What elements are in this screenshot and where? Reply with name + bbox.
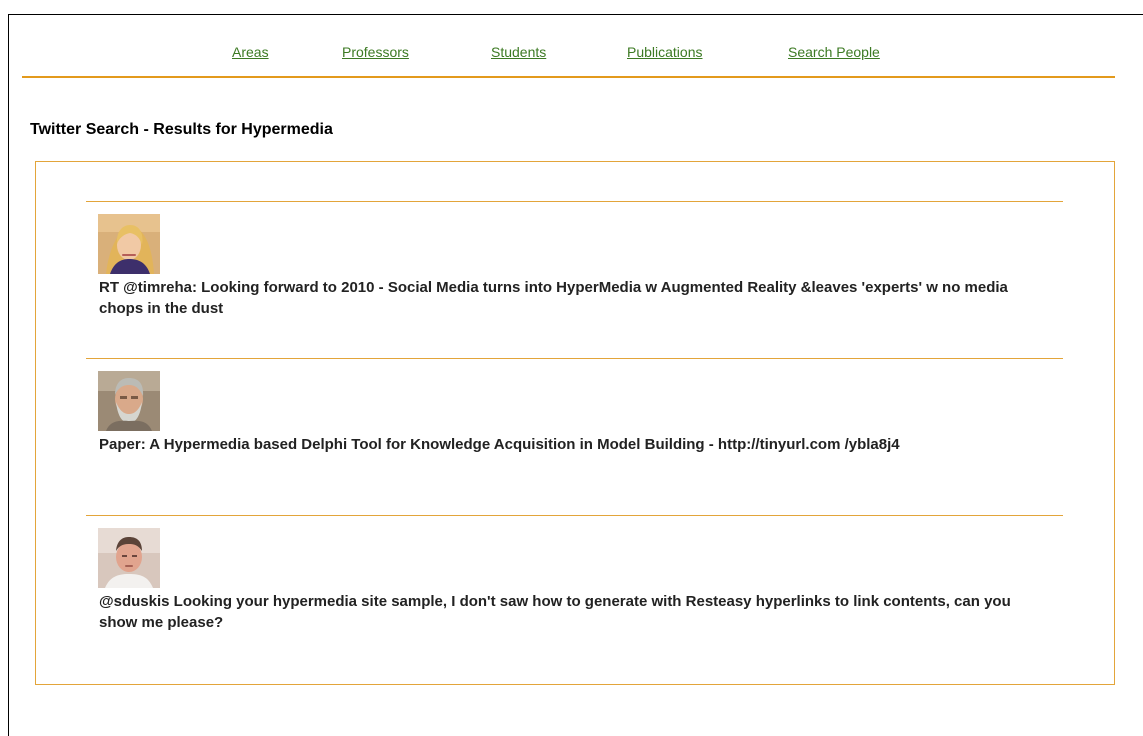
avatar-image [98,214,160,274]
nav-link-areas[interactable]: Areas [232,44,269,60]
user-avatar-icon[interactable] [98,371,160,431]
result-item: RT @timreha: Looking forward to 2010 - S… [86,201,1063,317]
user-avatar-icon[interactable] [98,528,160,588]
tweet-text: @sduskis Looking your hypermedia site sa… [99,593,1011,631]
tweet-text: Paper: A Hypermedia based Delphi Tool fo… [99,436,900,453]
result-item: Paper: A Hypermedia based Delphi Tool fo… [86,358,1063,453]
nav-link-search-people[interactable]: Search People [788,44,880,60]
avatar-image [98,371,160,431]
user-avatar-icon[interactable] [98,214,160,274]
avatar-image [98,528,160,588]
nav-link-students[interactable]: Students [491,44,546,60]
page-title: Twitter Search - Results for Hypermedia [30,121,333,138]
nav-link-professors[interactable]: Professors [342,44,409,60]
tweet-text: RT @timreha: Looking forward to 2010 - S… [99,279,1008,317]
page-frame: Areas Professors Students Publications S… [8,14,1143,736]
results-panel: RT @timreha: Looking forward to 2010 - S… [35,161,1115,685]
result-item: @sduskis Looking your hypermedia site sa… [86,515,1063,631]
nav-link-publications[interactable]: Publications [627,44,703,60]
top-navigation: Areas Professors Students Publications S… [22,15,1115,78]
